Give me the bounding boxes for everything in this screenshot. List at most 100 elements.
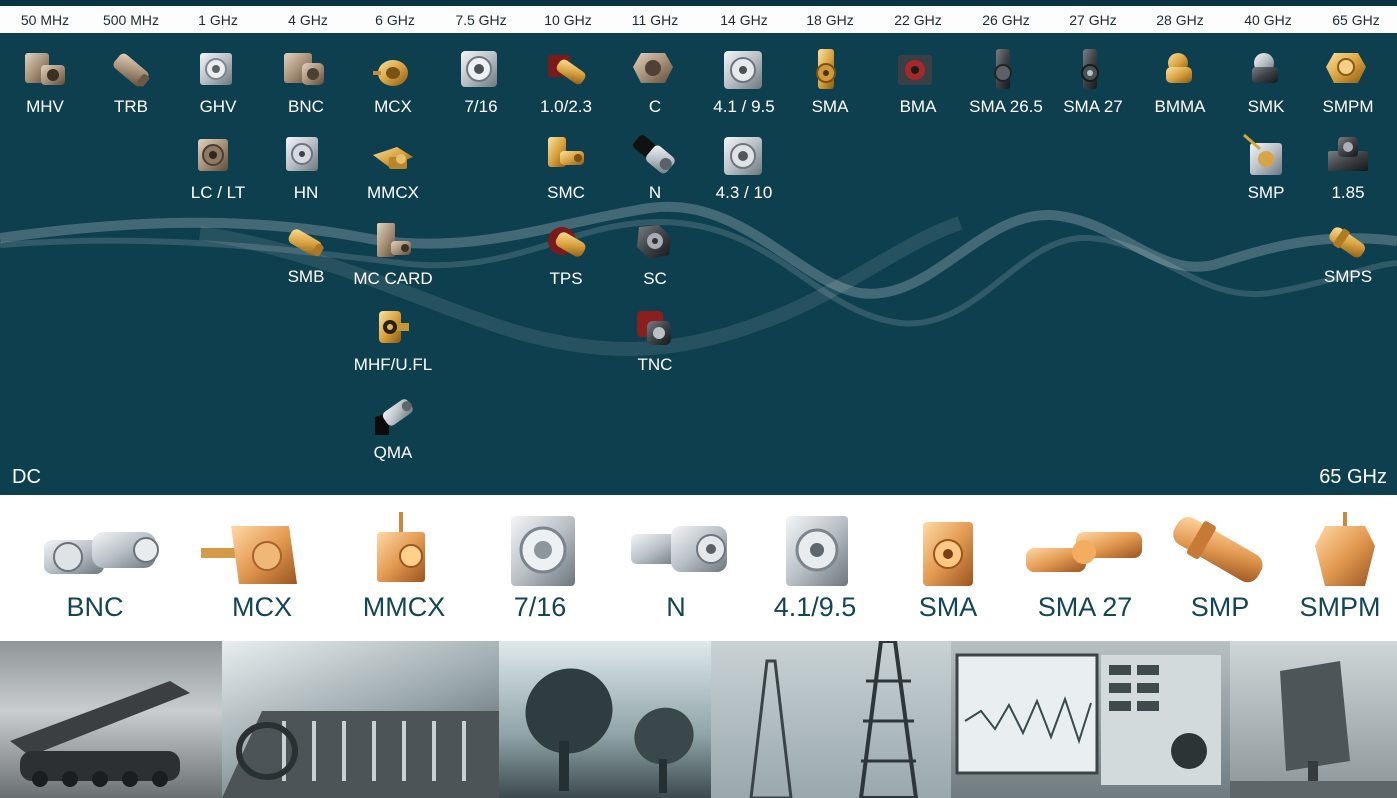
freq-label: 6 GHz xyxy=(375,12,415,28)
mcx-connector-icon xyxy=(201,526,297,584)
satellite-dishes-photo xyxy=(499,641,711,798)
connector-sc[interactable]: SC xyxy=(600,221,710,289)
radar-antenna-photo xyxy=(1230,641,1397,798)
connector-label: SC xyxy=(643,269,667,288)
freq-label: 40 GHz xyxy=(1244,12,1292,28)
c-connector-icon xyxy=(633,53,673,83)
featured-smpm[interactable]: SMPM xyxy=(1275,500,1397,623)
connector-frequency-chart: MHV TRB GHV LC / LT BNC HN SMB MCX MMCX … xyxy=(0,33,1397,495)
featured-label: SMA 27 xyxy=(1037,592,1133,622)
mhv-connector-icon xyxy=(25,53,65,85)
featured-sma[interactable]: SMA xyxy=(883,500,1013,623)
connector-label: SMPM xyxy=(1322,97,1374,116)
connector-label: MMCX xyxy=(367,183,419,202)
connector-label: 1.85 xyxy=(1331,183,1365,202)
mmcx-connector-icon xyxy=(377,512,425,582)
featured-label: SMPM xyxy=(1299,592,1381,622)
featured-label: BNC xyxy=(66,592,124,622)
1-0-2-3-connector-icon xyxy=(548,55,586,85)
connector-1-85[interactable]: 1.85 xyxy=(1293,133,1397,203)
featured-label: SMA xyxy=(918,592,978,622)
smk-connector-icon xyxy=(1252,53,1278,83)
freq-label: 22 GHz xyxy=(894,12,942,28)
smpm-connector-icon xyxy=(1326,53,1366,83)
sc-connector-icon xyxy=(637,225,671,259)
connector-4-3-10[interactable]: 4.3 / 10 xyxy=(689,133,799,203)
connector-label: QMA xyxy=(373,443,413,462)
4-3-10-connector-icon xyxy=(724,137,762,175)
freq-label: 10 GHz xyxy=(544,12,592,28)
mhf-connector-icon xyxy=(379,311,409,343)
featured-smp[interactable]: SMP xyxy=(1155,500,1285,623)
featured-bnc[interactable]: BNC xyxy=(30,500,160,623)
smps-connector-icon xyxy=(1329,227,1365,258)
mc-card-connector-icon xyxy=(377,223,411,257)
bnc-connector-icon xyxy=(284,53,324,85)
featured-sma-27[interactable]: SMA 27 xyxy=(1020,500,1150,623)
bma-connector-icon xyxy=(898,55,932,85)
connector-label: SMPS xyxy=(1323,267,1373,286)
featured-7-16[interactable]: 7/16 xyxy=(475,500,605,623)
connector-smpm[interactable]: SMPM xyxy=(1293,47,1397,117)
trb-connector-icon xyxy=(113,53,150,87)
connector-tnc[interactable]: TNC xyxy=(600,307,710,375)
7-16-connector-icon xyxy=(461,51,497,87)
freq-label: 7.5 GHz xyxy=(455,12,507,28)
n-connector-icon xyxy=(633,135,675,174)
range-end-label: 65 GHz xyxy=(1319,466,1387,488)
cell-towers-photo xyxy=(711,641,951,798)
freq-label: 1 GHz xyxy=(198,12,238,28)
mmcx-connector-icon xyxy=(373,147,413,169)
connector-mhf[interactable]: MHF/U.FL xyxy=(338,307,448,375)
7-16-connector-icon xyxy=(511,516,575,586)
smp-connector-icon xyxy=(1243,133,1282,175)
bnc-connector-icon xyxy=(44,532,159,574)
featured-4-1-9-5[interactable]: 4.1/9.5 xyxy=(750,500,880,623)
sma-connector-icon xyxy=(923,522,973,586)
connector-mc-card[interactable]: MC CARD xyxy=(338,221,448,289)
1-85-connector-icon xyxy=(1328,137,1368,171)
featured-label: MCX xyxy=(232,592,292,622)
freq-label: 18 GHz xyxy=(806,12,854,28)
4-1-9-5-connector-icon xyxy=(724,51,762,89)
freq-label: 65 GHz xyxy=(1332,12,1380,28)
range-start-label: DC xyxy=(12,466,41,488)
freq-label: 11 GHz xyxy=(631,12,679,28)
bmma-connector-icon xyxy=(1166,53,1192,83)
freq-label: 26 GHz xyxy=(982,12,1030,28)
freq-label: 4 GHz xyxy=(288,12,328,28)
ghv-connector-icon xyxy=(200,53,232,85)
featured-connectors: BNC MCX MMCX 7/16 N 4.1/9.5 SMA SMA 27 S… xyxy=(0,500,1397,640)
connector-smps[interactable]: SMPS xyxy=(1293,223,1397,287)
featured-label: SMP xyxy=(1190,592,1250,622)
smb-connector-icon xyxy=(288,229,324,257)
sma-connector-icon xyxy=(816,49,836,89)
smc-connector-icon xyxy=(548,137,584,167)
smpm-connector-icon xyxy=(1315,512,1375,586)
featured-label: 4.1/9.5 xyxy=(773,592,857,622)
featured-mmcx[interactable]: MMCX xyxy=(339,500,469,623)
connector-qma[interactable]: QMA xyxy=(338,395,448,463)
hn-connector-icon xyxy=(286,137,318,171)
lc-lt-connector-icon xyxy=(198,139,228,171)
freq-label: 14 GHz xyxy=(720,12,768,28)
featured-label: MMCX xyxy=(362,592,446,622)
sma-26-5-connector-icon xyxy=(994,49,1012,89)
smp-connector-icon xyxy=(1173,517,1263,583)
application-photo-strip xyxy=(0,641,1397,798)
sma-27-connector-icon xyxy=(1081,49,1099,89)
qma-connector-icon xyxy=(375,399,413,435)
freq-label: 500 MHz xyxy=(102,12,160,28)
featured-n[interactable]: N xyxy=(611,500,741,623)
featured-label: 7/16 xyxy=(513,592,567,622)
4-1-9-5-connector-icon xyxy=(786,516,848,586)
military-bridge-vehicle-photo xyxy=(0,641,222,798)
connector-mmcx[interactable]: MMCX xyxy=(338,139,448,203)
tps-connector-icon xyxy=(548,227,586,257)
connector-label: MHF/U.FL xyxy=(353,355,433,374)
freq-label: 27 GHz xyxy=(1069,12,1117,28)
connector-label: TNC xyxy=(637,355,673,374)
featured-mcx[interactable]: MCX xyxy=(197,500,327,623)
mcx-connector-icon xyxy=(373,60,408,86)
audio-mixing-console-photo xyxy=(222,641,499,798)
